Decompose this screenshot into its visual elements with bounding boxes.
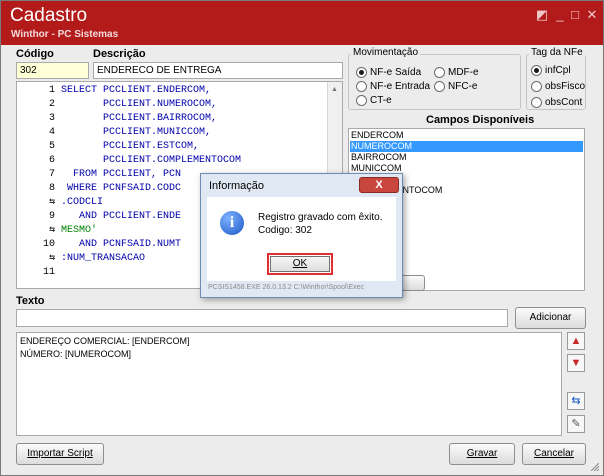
radio-infcpl-label: infCpl bbox=[545, 65, 571, 76]
descricao-input[interactable]: ENDERECO DE ENTREGA bbox=[93, 62, 343, 79]
code-line: 4 PCCLIENT.MUNICCOM, bbox=[48, 127, 212, 138]
texto-label: Texto bbox=[16, 295, 45, 307]
dialog-close-button[interactable]: X bbox=[359, 177, 399, 193]
arrow-up-icon[interactable]: ▲ bbox=[567, 332, 585, 350]
list-item[interactable]: BAIRROCOM bbox=[350, 152, 583, 163]
radio-cte[interactable] bbox=[356, 95, 367, 106]
adicionar-button[interactable]: Adicionar bbox=[515, 307, 586, 329]
descricao-label: Descrição bbox=[93, 48, 146, 60]
radio-nfe-entrada[interactable] bbox=[356, 81, 367, 92]
resize-grip-icon[interactable] bbox=[591, 463, 599, 471]
info-dialog: Informação X i Registro gravado com êxit… bbox=[200, 173, 403, 298]
dialog-status: PCSIS1458.EXE 26.0.13.2 C:\Winthor\Spool… bbox=[208, 284, 365, 291]
radio-obscont-label: obsCont bbox=[545, 97, 583, 108]
dialog-message-line: Registro gravado com êxito. bbox=[258, 212, 383, 223]
radio-nfe-saida[interactable] bbox=[356, 67, 367, 78]
gravar-button[interactable]: Gravar bbox=[449, 443, 515, 465]
radio-obscont[interactable] bbox=[531, 97, 542, 108]
main-window: Cadastro Winthor - PC Sistemas ◩ _ □ ✕ C… bbox=[0, 0, 604, 476]
scroll-up-icon[interactable]: ▲ bbox=[331, 86, 338, 93]
texto-content[interactable]: ENDEREÇO COMERCIAL: [ENDERCOM] NÚMERO: [… bbox=[16, 332, 562, 436]
texto-input[interactable] bbox=[16, 309, 508, 327]
campos-title: Campos Disponíveis bbox=[426, 114, 535, 126]
radio-nfe-saida-label: NF-e Saída bbox=[370, 67, 422, 78]
code-line: 6 PCCLIENT.COMPLEMENTOCOM bbox=[48, 155, 242, 166]
list-item[interactable]: ENDERCOM bbox=[350, 130, 583, 141]
code-line: 11 bbox=[42, 267, 55, 278]
title-bar: Cadastro Winthor - PC Sistemas ◩ _ □ ✕ bbox=[1, 1, 603, 45]
dialog-message: Registro gravado com êxito. Codigo: 302 bbox=[258, 211, 383, 237]
dialog-message-line: Codigo: 302 bbox=[258, 225, 312, 236]
radio-nfce[interactable] bbox=[434, 81, 445, 92]
code-line: ⇆ MESMO' bbox=[48, 225, 98, 236]
code-line: 5 PCCLIENT.ESTCOM, bbox=[48, 141, 200, 152]
radio-mdfe-label: MDF-e bbox=[448, 67, 479, 78]
dialog-title: Informação bbox=[209, 180, 265, 192]
code-line: 3 PCCLIENT.BAIRROCOM, bbox=[48, 113, 218, 124]
window-subtitle: Winthor - PC Sistemas bbox=[11, 29, 119, 40]
dialog-body: i Registro gravado com êxito. Codigo: 30… bbox=[207, 197, 396, 281]
radio-nfe-entrada-label: NF-e Entrada bbox=[370, 81, 431, 92]
cancelar-button[interactable]: Cancelar bbox=[522, 443, 586, 465]
code-line: 9 AND PCCLIENT.ENDE bbox=[48, 211, 182, 222]
codigo-input[interactable]: 302 bbox=[16, 62, 89, 79]
campos-action-button[interactable] bbox=[400, 275, 425, 291]
radio-obsfisco-label: obsFisco bbox=[545, 81, 586, 92]
edit-pencil-icon[interactable]: ✎ bbox=[567, 415, 585, 433]
radio-obsfisco[interactable] bbox=[531, 81, 542, 92]
code-line: 7 FROM PCCLIENT, PCN bbox=[48, 169, 182, 180]
code-line: 1 SELECT PCCLIENT.ENDERCOM, bbox=[48, 85, 212, 96]
code-line: ⇆ .CODCLI bbox=[48, 197, 104, 208]
texto-line: NÚMERO: [NUMEROCOM] bbox=[20, 349, 131, 359]
radio-infcpl[interactable] bbox=[531, 65, 542, 76]
importar-script-button[interactable]: Importar Script bbox=[16, 443, 104, 465]
code-line: ⇆ :NUM_TRANSACAO bbox=[48, 253, 146, 264]
insert-field-icon[interactable]: ⇆ bbox=[567, 392, 585, 410]
list-item-selected[interactable]: NUMEROCOM bbox=[350, 141, 583, 152]
tag-nfe-title: Tag da NFe bbox=[529, 47, 585, 58]
code-line: 2 PCCLIENT.NUMEROCOM, bbox=[48, 99, 218, 110]
minimize-icon[interactable]: ◩ bbox=[534, 7, 550, 23]
arrow-down-icon[interactable]: ▼ bbox=[567, 354, 585, 372]
texto-line: ENDEREÇO COMERCIAL: [ENDERCOM] bbox=[20, 336, 190, 346]
movimentacao-title: Movimentação bbox=[351, 47, 421, 58]
codigo-label: Código bbox=[16, 48, 54, 60]
restore-icon[interactable]: _ bbox=[552, 7, 568, 23]
code-line: 10 AND PCNFSAID.NUMT bbox=[42, 239, 182, 250]
ok-button[interactable]: OK bbox=[270, 256, 330, 272]
maximize-icon[interactable]: □ bbox=[567, 7, 583, 23]
close-icon[interactable]: ✕ bbox=[584, 7, 600, 23]
window-title: Cadastro bbox=[10, 5, 88, 26]
code-line: 8 WHERE PCNFSAID.CODC bbox=[48, 183, 182, 194]
radio-cte-label: CT-e bbox=[370, 95, 392, 106]
info-icon: i bbox=[220, 211, 244, 235]
radio-mdfe[interactable] bbox=[434, 67, 445, 78]
radio-nfce-label: NFC-e bbox=[448, 81, 478, 92]
